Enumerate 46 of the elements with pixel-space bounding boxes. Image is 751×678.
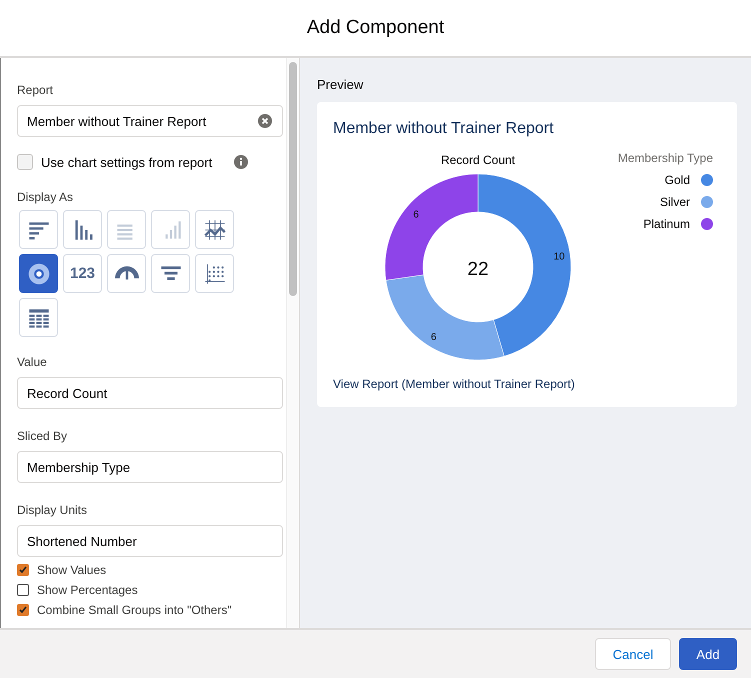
cancel-button[interactable]: Cancel — [595, 638, 671, 670]
funnel-chart-option[interactable] — [151, 254, 190, 293]
field-label: Report — [17, 83, 54, 97]
checkbox[interactable] — [17, 564, 29, 576]
metric-label: 123 — [70, 265, 96, 282]
scrollbar[interactable] — [286, 58, 299, 628]
total-value: 22 — [467, 259, 489, 280]
data-label: 6 — [413, 209, 419, 220]
field-label: Display As — [17, 190, 74, 204]
chart-title: Record Count — [440, 153, 516, 167]
field-label: Display Units — [17, 503, 88, 517]
data-label: 10 — [554, 251, 565, 262]
line-chart-option[interactable] — [195, 210, 234, 249]
legend-label: Gold — [664, 173, 690, 187]
select-field[interactable]: Record Count — [17, 377, 284, 409]
add-button[interactable]: Add — [679, 638, 737, 670]
section-label: Preview — [317, 77, 364, 92]
field-label: Value — [17, 355, 48, 369]
data-label: 6 — [430, 332, 436, 343]
select-field[interactable]: Shortened Number — [17, 525, 284, 557]
legend-label: Silver — [660, 195, 690, 209]
checkbox[interactable] — [17, 604, 29, 616]
checkbox-label: Use chart settings from report — [41, 154, 212, 170]
scatter-chart-option[interactable] — [195, 254, 234, 293]
field-label: Sliced By — [17, 429, 68, 443]
donut-chart-icon — [26, 260, 52, 286]
checkbox-label: Show Values — [37, 563, 106, 577]
checkbox-label: Combine Small Groups into "Others" — [37, 603, 232, 617]
legend-title: Membership Type — [618, 151, 713, 165]
legend-label: Platinum — [643, 217, 690, 231]
donut-chart-option[interactable] — [19, 254, 58, 293]
select-field[interactable]: Membership Type — [17, 451, 284, 483]
report-title: Member without Trainer Report — [333, 120, 555, 138]
checkbox-label: Show Percentages — [37, 583, 138, 597]
bar-vertical-chart-option[interactable] — [63, 210, 102, 249]
info-icon[interactable] — [234, 155, 248, 169]
checkbox[interactable] — [17, 584, 29, 596]
report-field[interactable]: Member without Trainer Report — [17, 105, 284, 137]
gauge-chart-option[interactable] — [107, 254, 146, 293]
clear-icon[interactable] — [258, 114, 272, 128]
view-report-link[interactable]: View Report (Member without Trainer Report) — [333, 377, 721, 391]
metric-chart-option[interactable]: 123 — [63, 254, 102, 293]
window-title: Add Component — [306, 17, 444, 39]
bar-horizontal-chart-option[interactable] — [19, 210, 58, 249]
gauge-chart-icon — [114, 266, 138, 281]
table-chart-option[interactable] — [19, 298, 58, 337]
